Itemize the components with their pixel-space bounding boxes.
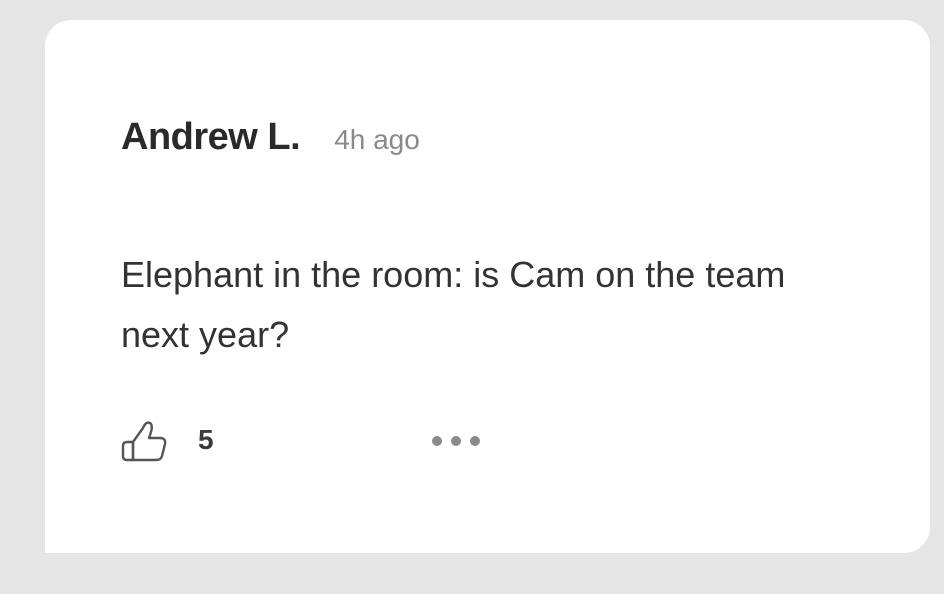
comment-text: Elephant in the room: is Cam on the team… [121, 254, 786, 355]
like-button[interactable]: 5 [119, 416, 229, 466]
comment-author[interactable]: Andrew L. [121, 116, 301, 159]
thumbs-up-icon [121, 421, 167, 462]
like-count: 5 [198, 424, 214, 455]
comment-actions: 5 [119, 416, 499, 466]
more-options-button[interactable] [431, 426, 491, 456]
comment-timestamp: 4h ago [334, 124, 420, 155]
comment-header: Andrew L. 4h ago [121, 116, 420, 159]
comment-card: Andrew L. 4h ago Elephant in the room: i… [45, 20, 930, 553]
more-horizontal-icon [432, 436, 480, 446]
